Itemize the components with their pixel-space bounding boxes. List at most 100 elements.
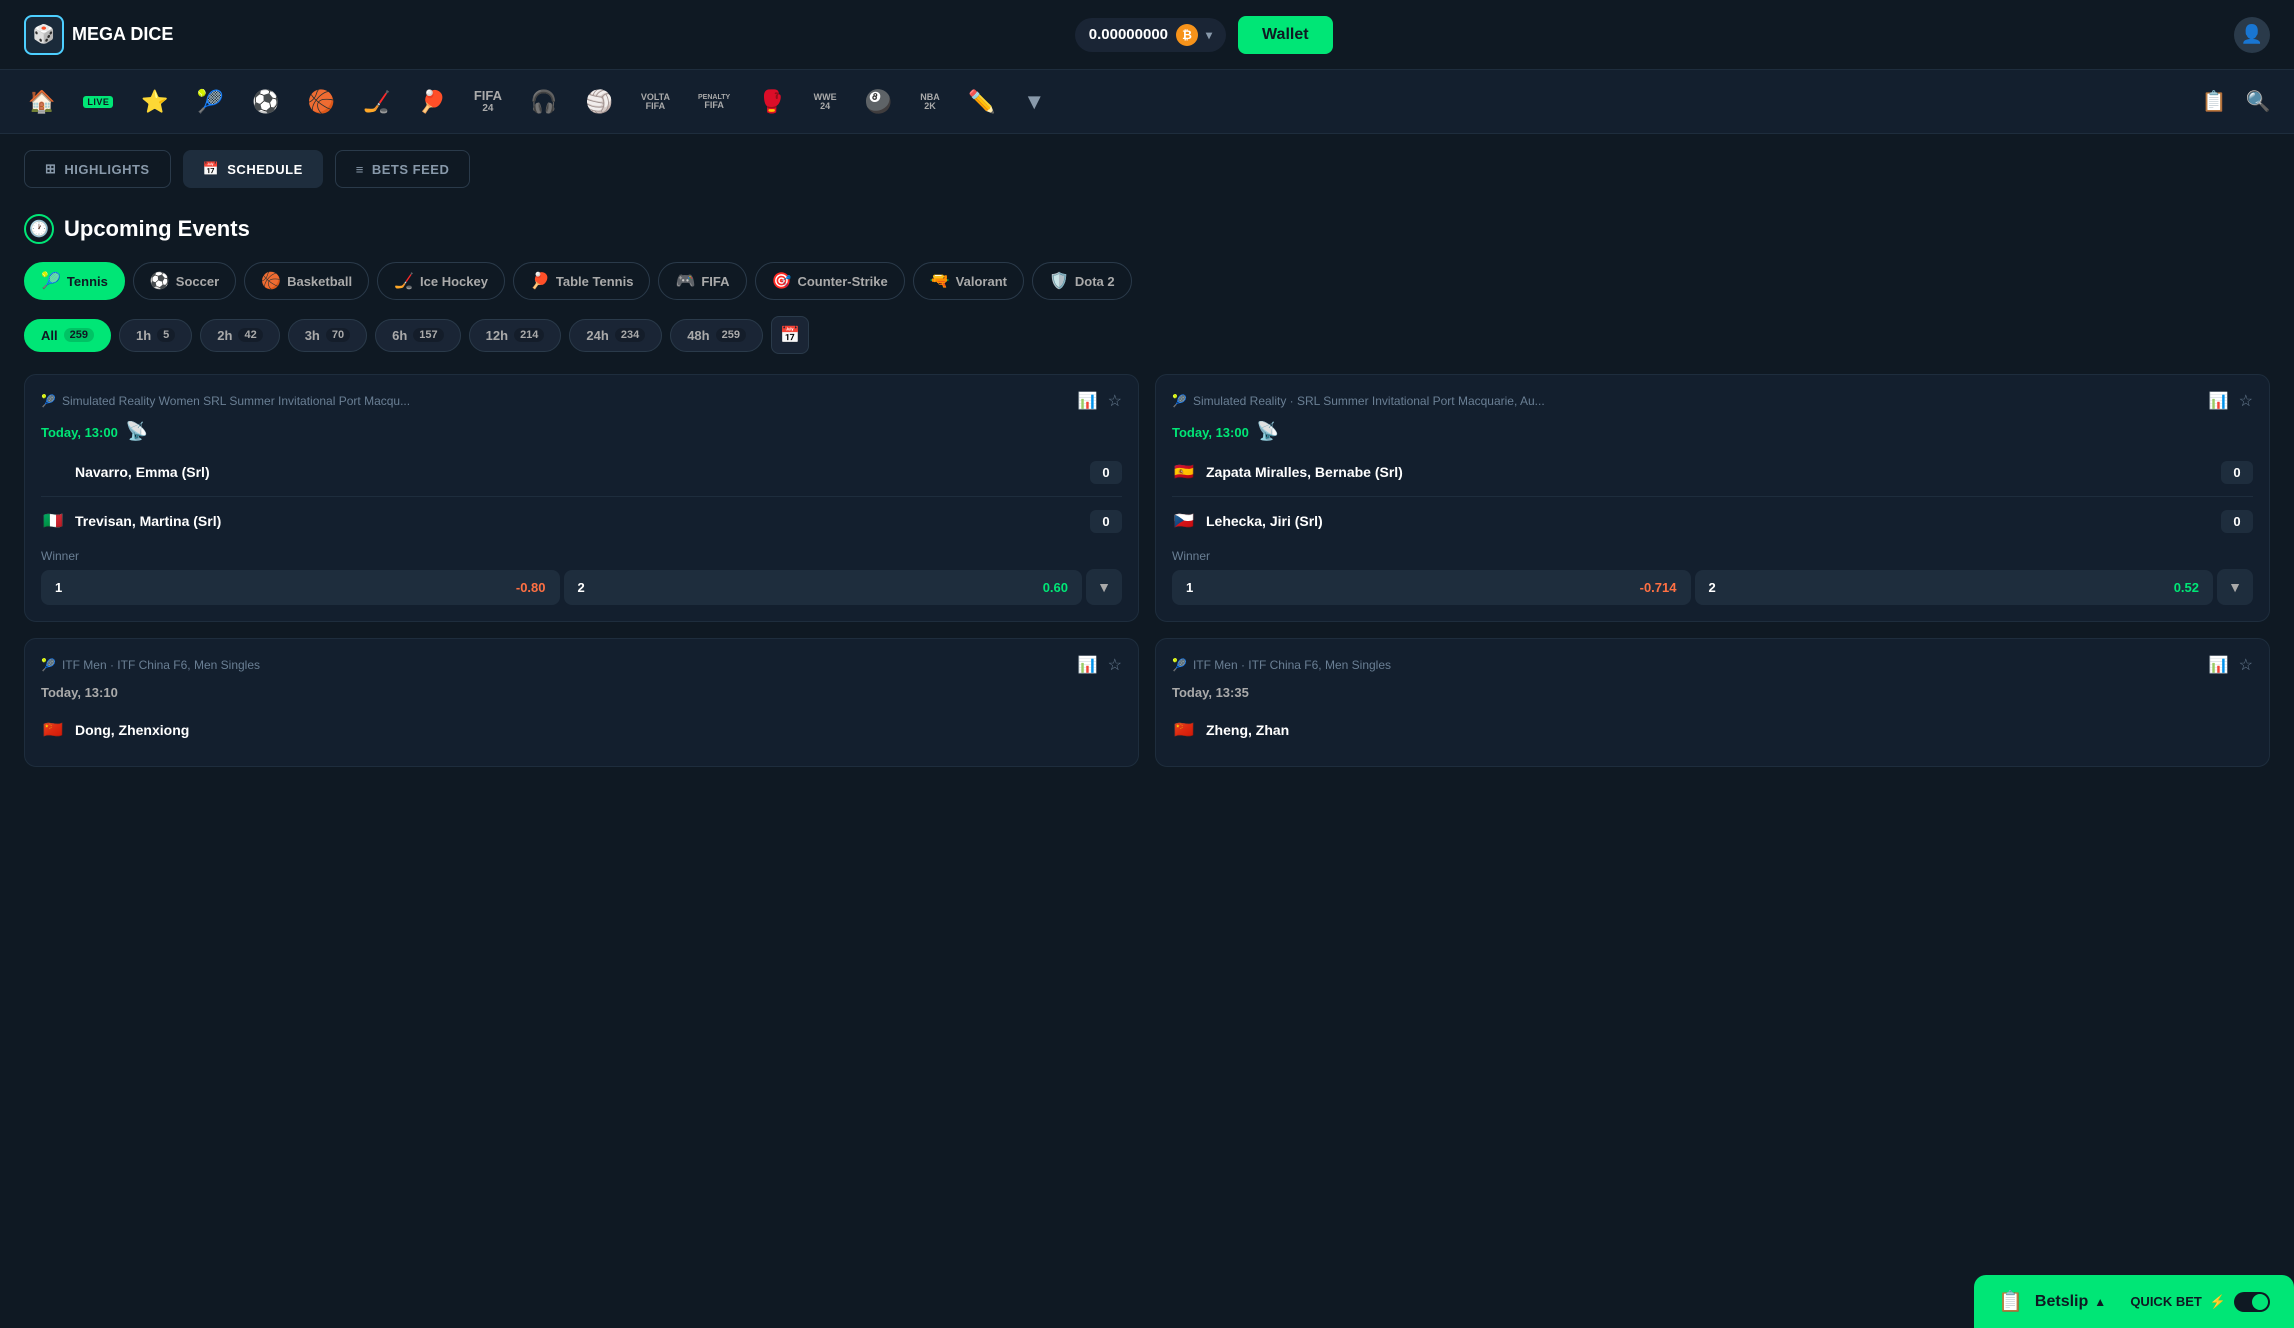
calendar-button[interactable]: 📅 [771,316,809,354]
time-chip-6h[interactable]: 6h 157 [375,319,461,352]
currency-chevron-icon[interactable]: ▾ [1206,28,1212,42]
time-chip-2h[interactable]: 2h 42 [200,319,279,352]
nav-item-fifa24[interactable]: FIFA 24 [462,81,514,122]
odd-btn-2-home[interactable]: 1 -0.714 [1172,570,1691,605]
event-2-player2: 🇨🇿 Lehecka, Jiri (Srl) 0 [1172,501,2253,541]
basketball-filter-icon: 🏀 [261,271,281,291]
nav-item-more[interactable]: ▼ [1011,81,1057,123]
player1-info: Navarro, Emma (Srl) [41,460,210,484]
event-2-meta: 🎾 Simulated Reality · SRL Summer Invitat… [1172,394,2209,408]
favorite-icon-4[interactable]: ☆ [2239,655,2253,675]
event-3-time: Today, 13:10 [41,685,1122,700]
betslip-icon: 📋 [1998,1289,2023,1314]
time-chip-1h[interactable]: 1h 5 [119,319,192,352]
player1-info-4: 🇨🇳 Zheng, Zhan [1172,718,1289,742]
event-3-player1: 🇨🇳 Dong, Zhenxiong [41,710,1122,750]
nba2k-label: NBA 2K [920,93,940,111]
upcoming-title-text: Upcoming Events [64,216,250,242]
nav-item-live[interactable]: LIVE [71,88,125,116]
odd-btn-1-away[interactable]: 2 0.60 [564,570,1083,605]
event-1-actions: 📊 ☆ [1078,391,1122,411]
sport-chip-basketball[interactable]: 🏀 Basketball [244,262,369,300]
event-card-4: 🎾 ITF Men · ITF China F6, Men Singles 📊 … [1155,638,2270,767]
wallet-button[interactable]: Wallet [1238,16,1333,54]
odd-btn-2-away[interactable]: 2 0.52 [1695,570,2214,605]
time-chip-3h[interactable]: 3h 70 [288,319,367,352]
odd-btn-1-home[interactable]: 1 -0.80 [41,570,560,605]
sport-chip-table-tennis[interactable]: 🏓 Table Tennis [513,262,650,300]
sport-chip-counter-strike[interactable]: 🎯 Counter-Strike [755,262,905,300]
fifa-filter-label: FIFA [701,274,729,289]
nav-item-wwe[interactable]: WWE 24 [802,85,849,119]
sport-chip-fifa[interactable]: 🎮 FIFA [658,262,746,300]
tab-bets-feed[interactable]: ≡ BETS FEED [335,150,471,188]
event-1-winner-label: Winner [41,549,1122,563]
quick-bet: QUICK BET ⚡ [2130,1292,2270,1312]
nav-item-volta[interactable]: VOLTA FIFA [629,85,682,119]
sport-chip-soccer[interactable]: ⚽ Soccer [133,262,236,300]
logo: 🎲 MEGA DICE [24,15,173,55]
odd-side-2-2: 2 [1709,580,1716,595]
player1-flag-3: 🇨🇳 [41,718,65,742]
betslip-bar[interactable]: 📋 Betslip ▲ QUICK BET ⚡ [1974,1275,2294,1328]
nav-item-edit[interactable]: ✏️ [956,81,1007,123]
nav-item-tennis[interactable]: 🎾 [185,81,236,123]
betslip-nav-button[interactable]: 📋 [2194,82,2234,122]
odd-side-2: 2 [578,580,585,595]
favorite-icon-3[interactable]: ☆ [1108,655,1122,675]
player1-name-3: Dong, Zhenxiong [75,722,189,738]
tab-highlights[interactable]: ⊞ HIGHLIGHTS [24,150,171,188]
favorite-icon-2[interactable]: ☆ [2239,391,2253,411]
favorite-icon[interactable]: ☆ [1108,391,1122,411]
event-2-winner-label: Winner [1172,549,2253,563]
headset-icon: 🎧 [530,89,557,115]
quick-bet-toggle[interactable] [2234,1292,2270,1312]
nav-item-nba2k[interactable]: NBA 2K [908,85,952,119]
sport-chip-valorant[interactable]: 🔫 Valorant [913,262,1024,300]
highlights-label: HIGHLIGHTS [64,162,149,177]
nav-item-futsal[interactable]: 🥊 [746,81,797,123]
nav-item-favorites[interactable]: ⭐ [129,81,180,123]
wwe-label: WWE 24 [814,93,837,111]
stats-icon-3[interactable]: 📊 [1078,655,1098,675]
player1-info-3: 🇨🇳 Dong, Zhenxiong [41,718,189,742]
time-chip-24h[interactable]: 24h 234 [569,319,662,352]
player1-score: 0 [1090,461,1122,484]
nav-item-pool[interactable]: 🎱 [853,81,904,123]
sport-chip-ice-hockey[interactable]: 🏒 Ice Hockey [377,262,505,300]
time-chip-48h[interactable]: 48h 259 [670,319,763,352]
live-indicator-2: 📡 [1256,421,1278,441]
time-chip-12h[interactable]: 12h 214 [469,319,562,352]
nav-item-soccer[interactable]: ⚽ [240,81,291,123]
event-1-meta-text: Simulated Reality Women SRL Summer Invit… [62,394,410,408]
more-odds-button[interactable]: ▼ [1086,569,1122,605]
penalty-label: PENALTY FIFA [698,94,730,110]
sport-chip-tennis[interactable]: 🎾 Tennis [24,262,125,300]
nav-item-hockey[interactable]: 🏒 [351,81,402,123]
stats-icon-4[interactable]: 📊 [2209,655,2229,675]
betslip-arrow: ▲ [2094,1295,2106,1309]
time-chip-all[interactable]: All 259 [24,319,111,352]
event-4-actions: 📊 ☆ [2209,655,2253,675]
tab-schedule[interactable]: 📅 SCHEDULE [183,150,323,188]
nav-item-table-tennis[interactable]: 🏓 [406,81,457,123]
nav-item-volleyball[interactable]: 🏐 [573,81,624,123]
event-2-actions: 📊 ☆ [2209,391,2253,411]
toggle-knob [2252,1294,2268,1310]
more-odds-button-2[interactable]: ▼ [2217,569,2253,605]
nav-item-home[interactable]: 🏠 [16,81,67,123]
user-profile-icon[interactable]: 👤 [2234,17,2270,53]
table-tennis-filter-label: Table Tennis [556,274,634,289]
nav-item-basketball[interactable]: 🏀 [296,81,347,123]
nav-item-esports[interactable]: 🎧 [518,81,569,123]
stats-icon-2[interactable]: 📊 [2209,391,2229,411]
odd-side-2-1: 1 [1186,580,1193,595]
stats-icon[interactable]: 📊 [1078,391,1098,411]
search-nav-button[interactable]: 🔍 [2238,82,2278,122]
event-card-2: 🎾 Simulated Reality · SRL Summer Invitat… [1155,374,2270,622]
nav-item-penalty[interactable]: PENALTY FIFA [686,86,742,118]
sport-chip-dota2[interactable]: 🛡️ Dota 2 [1032,262,1132,300]
bets-feed-label: BETS FEED [372,162,449,177]
time-48h-count: 259 [716,328,746,342]
event-card-3: 🎾 ITF Men · ITF China F6, Men Singles 📊 … [24,638,1139,767]
